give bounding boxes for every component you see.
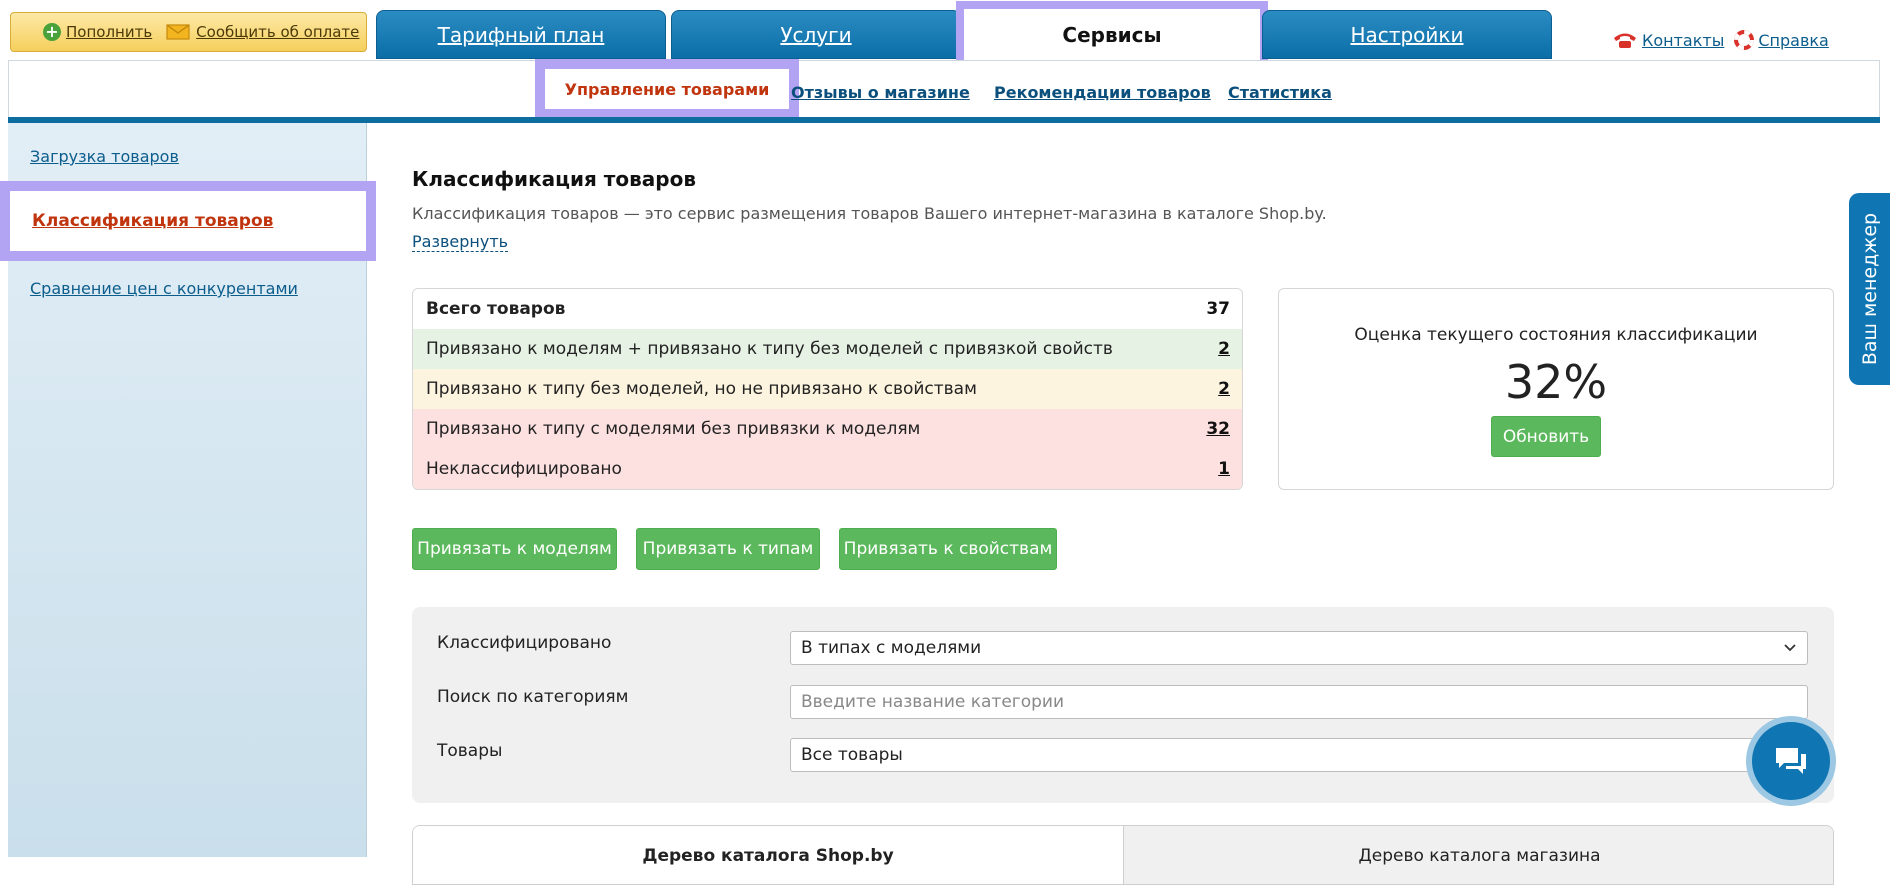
wallet-panel: + Пополнить Сообщить об оплате xyxy=(10,12,367,52)
category-search-placeholder: Введите название категории xyxy=(801,692,1065,712)
chat-icon xyxy=(1776,748,1806,774)
category-search-label: Поиск по категориям xyxy=(437,687,629,707)
subnav-recommendations[interactable]: Рекомендации товаров xyxy=(994,83,1211,102)
score-title: Оценка текущего состояния классификации xyxy=(1354,325,1758,345)
stats-row: Привязано к типу без моделей, но не прив… xyxy=(413,369,1242,409)
tab-services[interactable]: Услуги xyxy=(671,10,961,59)
classification-score-panel: Оценка текущего состояния классификации … xyxy=(1278,288,1834,490)
score-value: 32% xyxy=(1504,355,1608,409)
top-links: Контакты Справка xyxy=(1612,30,1829,50)
stats-value: 37 xyxy=(1206,299,1230,319)
sidebar-item-classification[interactable]: Классификация товаров xyxy=(0,181,376,261)
tab-store-tree[interactable]: Дерево каталога магазина xyxy=(1123,826,1833,884)
sidebar-item-goods-upload[interactable]: Загрузка товаров xyxy=(30,147,179,166)
chevron-down-icon xyxy=(1784,644,1796,652)
classification-stats-table: Всего товаров 37 Привязано к моделям + п… xyxy=(412,288,1243,490)
stats-row-total: Всего товаров 37 xyxy=(413,289,1242,329)
help-link[interactable]: Справка xyxy=(1758,31,1829,50)
top-bar: + Пополнить Сообщить об оплате Тарифный … xyxy=(0,0,1890,68)
chat-button[interactable] xyxy=(1752,722,1830,800)
sidebar-item-price-comparison[interactable]: Сравнение цен с конкурентами xyxy=(30,279,298,298)
stats-row: Неклассифицировано 1 xyxy=(413,449,1242,489)
stats-label: Привязано к типу без моделей, но не прив… xyxy=(426,379,977,399)
classified-select-value: В типах с моделями xyxy=(801,638,982,658)
page-title: Классификация товаров xyxy=(412,167,696,191)
catalog-tree-tabs: Дерево каталога Shop.by Дерево каталога … xyxy=(412,825,1834,885)
topup-link[interactable]: Пополнить xyxy=(66,23,152,41)
lifebuoy-icon xyxy=(1734,30,1755,50)
bind-models-button[interactable]: Привязать к моделям xyxy=(412,528,617,570)
classified-label: Классифицировано xyxy=(437,633,612,653)
stats-value-link[interactable]: 2 xyxy=(1218,339,1230,359)
stats-value-link[interactable]: 2 xyxy=(1218,379,1230,399)
sidebar: Загрузка товаров Классификация товаров С… xyxy=(0,123,376,857)
page-description: Классификация товаров — это сервис разме… xyxy=(412,204,1327,223)
tab-settings[interactable]: Настройки xyxy=(1262,10,1552,59)
filter-panel: Классифицировано В типах с моделями Поис… xyxy=(412,607,1834,803)
tab-tariff-plan[interactable]: Тарифный план xyxy=(376,10,666,59)
bind-properties-button[interactable]: Привязать к свойствам xyxy=(839,528,1057,570)
stats-row: Привязано к типу с моделями без привязки… xyxy=(413,409,1242,449)
contacts-link[interactable]: Контакты xyxy=(1642,31,1724,50)
your-manager-tab[interactable]: Ваш менеджер xyxy=(1849,193,1890,385)
sub-navigation: Управление товарами Отзывы о магазине Ре… xyxy=(8,59,1880,120)
subnav-goods-management[interactable]: Управление товарами xyxy=(535,59,799,119)
report-payment-link[interactable]: Сообщить об оплате xyxy=(196,23,359,41)
stats-label: Привязано к типу с моделями без привязки… xyxy=(426,419,921,439)
stats-label: Привязано к моделям + привязано к типу б… xyxy=(426,339,1113,359)
stats-label: Всего товаров xyxy=(426,299,566,319)
goods-select[interactable]: Все товары xyxy=(790,738,1808,772)
stats-row: Привязано к моделям + привязано к типу б… xyxy=(413,329,1242,369)
refresh-button[interactable]: Обновить xyxy=(1491,416,1601,457)
subnav-shop-reviews[interactable]: Отзывы о магазине xyxy=(791,83,970,102)
expand-link[interactable]: Развернуть xyxy=(412,232,509,252)
tab-tools[interactable]: Сервисы xyxy=(956,1,1268,68)
classified-select[interactable]: В типах с моделями xyxy=(790,631,1808,665)
envelope-icon xyxy=(166,24,190,40)
stats-value-link[interactable]: 32 xyxy=(1206,419,1230,439)
goods-select-value: Все товары xyxy=(801,745,903,765)
phone-icon xyxy=(1614,33,1636,48)
your-manager-label: Ваш менеджер xyxy=(1858,212,1881,366)
goods-label: Товары xyxy=(437,741,503,761)
plus-circle-icon: + xyxy=(43,23,61,41)
tab-shopby-tree[interactable]: Дерево каталога Shop.by xyxy=(413,826,1123,884)
category-search-input[interactable]: Введите название категории xyxy=(790,685,1808,719)
subnav-statistics[interactable]: Статистика xyxy=(1228,83,1332,102)
main-tabs: Тарифный план Услуги Сервисы Настройки xyxy=(376,1,1552,68)
bind-types-button[interactable]: Привязать к типам xyxy=(636,528,820,570)
stats-value-link[interactable]: 1 xyxy=(1218,459,1230,479)
stats-label: Неклассифицировано xyxy=(426,459,622,479)
